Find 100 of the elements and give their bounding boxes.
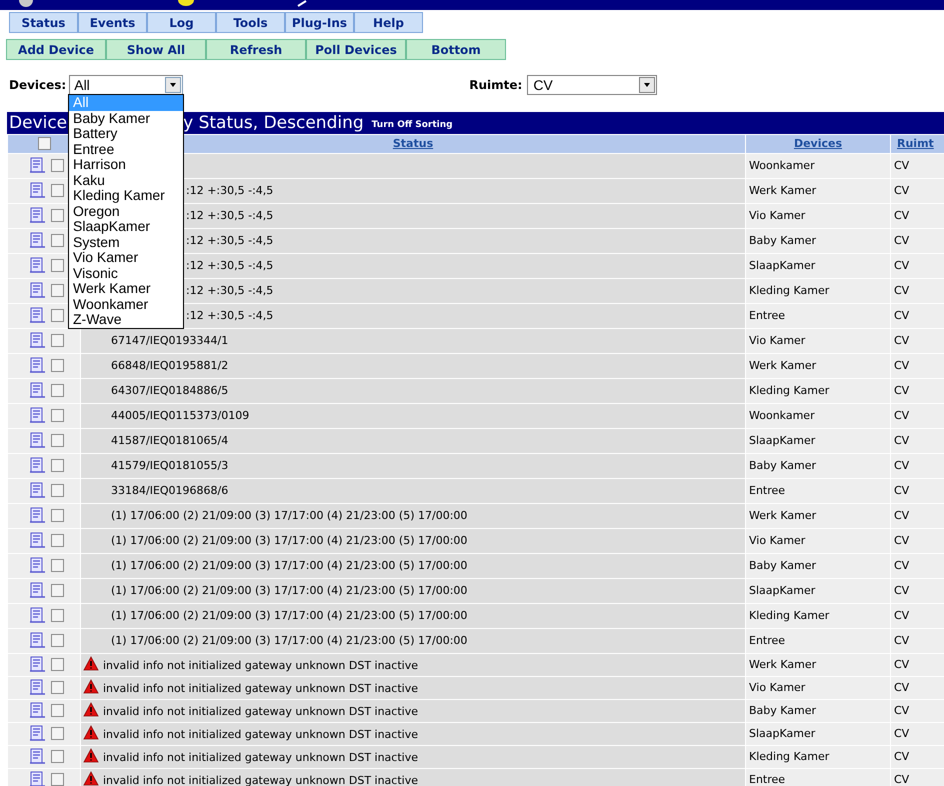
dropdown-option[interactable]: Kaku <box>69 172 183 188</box>
document-icon[interactable] <box>28 357 46 374</box>
menu-button[interactable]: Help <box>354 12 423 33</box>
dropdown-option[interactable]: Woonkamer <box>69 296 183 312</box>
dropdown-option[interactable]: SlaapKamer <box>69 219 183 234</box>
device-name: Vio Kamer <box>749 208 806 222</box>
room-name: CV <box>894 680 910 694</box>
action-button[interactable]: Refresh <box>206 39 306 60</box>
dropdown-option[interactable]: System <box>69 234 183 250</box>
action-button[interactable]: Bottom <box>406 39 506 60</box>
dropdown-option[interactable]: Harrison <box>69 157 183 172</box>
room-name: CV <box>894 158 910 172</box>
menu-button[interactable]: Log <box>147 12 216 33</box>
checkbox[interactable] <box>50 159 64 172</box>
document-icon[interactable] <box>28 457 46 474</box>
room-name: CV <box>894 184 910 197</box>
dropdown-option[interactable]: Visonic <box>69 266 183 281</box>
checkbox[interactable] <box>50 234 64 248</box>
checkbox[interactable] <box>50 559 64 572</box>
dropdown-option[interactable]: Werk Kamer <box>69 281 183 296</box>
document-icon[interactable] <box>28 257 46 274</box>
checkbox[interactable] <box>50 634 64 648</box>
turn-off-sorting-link[interactable]: Turn Off Sorting <box>372 118 453 132</box>
document-icon[interactable] <box>28 607 46 624</box>
checkbox[interactable] <box>50 384 64 398</box>
dropdown-option[interactable]: Baby Kamer <box>69 110 183 126</box>
checkbox[interactable] <box>50 704 64 718</box>
action-button[interactable]: Poll Devices <box>306 39 406 60</box>
document-icon[interactable] <box>28 157 46 174</box>
checkbox[interactable] <box>50 309 64 322</box>
document-icon[interactable] <box>28 332 46 350</box>
checkbox[interactable] <box>50 681 64 694</box>
document-icon[interactable] <box>28 632 46 650</box>
status-text: :12 +:30,5 -:4,5 <box>186 208 274 222</box>
document-icon[interactable] <box>28 582 46 600</box>
dropdown-option[interactable]: Entree <box>69 142 183 157</box>
status-text: 41579/IEQ0181055/3 <box>111 458 228 472</box>
checkbox[interactable] <box>38 137 50 150</box>
device-name: Werk Kamer <box>749 658 816 671</box>
status-text: :12 +:30,5 -:4,5 <box>186 234 274 247</box>
device-name: Werk Kamer <box>749 358 816 372</box>
device-name: Woonkamer <box>749 158 815 172</box>
action-button[interactable]: Add Device <box>6 39 106 60</box>
checkbox[interactable] <box>50 334 64 348</box>
checkbox[interactable] <box>50 584 64 598</box>
document-icon[interactable] <box>28 407 46 424</box>
menu-button[interactable]: Events <box>78 12 147 33</box>
dropdown-option[interactable]: Vio Kamer <box>69 250 183 266</box>
dropdown-option[interactable]: Oregon <box>69 204 183 219</box>
document-icon[interactable] <box>28 482 46 500</box>
document-icon[interactable] <box>28 771 46 786</box>
document-icon[interactable] <box>28 182 46 200</box>
column-header-link[interactable]: Status <box>392 136 434 150</box>
document-icon[interactable] <box>28 382 46 400</box>
document-icon[interactable] <box>28 656 46 674</box>
document-icon[interactable] <box>28 532 46 550</box>
checkbox[interactable] <box>50 534 64 548</box>
checkbox[interactable] <box>50 359 64 372</box>
menu-button[interactable]: Plug-Ins <box>285 12 354 33</box>
checkbox[interactable] <box>50 434 64 448</box>
checkbox[interactable] <box>50 509 64 522</box>
checkbox[interactable] <box>50 773 64 786</box>
checkbox[interactable] <box>50 284 64 298</box>
document-icon[interactable] <box>28 507 46 524</box>
checkbox[interactable] <box>50 209 64 222</box>
ruimte-select[interactable]: CV <box>527 75 658 95</box>
dropdown-option[interactable]: Kleding Kamer <box>69 188 183 204</box>
checkbox[interactable] <box>50 484 64 498</box>
document-icon[interactable] <box>28 307 46 324</box>
document-icon[interactable] <box>28 679 46 696</box>
status-text: 41587/IEQ0181065/4 <box>111 434 228 447</box>
document-icon[interactable] <box>28 232 46 250</box>
checkbox[interactable] <box>50 750 64 764</box>
document-icon[interactable] <box>28 748 46 766</box>
checkbox[interactable] <box>50 727 64 740</box>
document-icon[interactable] <box>28 702 46 720</box>
document-icon[interactable] <box>28 725 46 742</box>
room-name: CV <box>894 534 910 547</box>
checkbox[interactable] <box>50 459 64 472</box>
checkbox[interactable] <box>50 409 64 422</box>
menu-button[interactable]: Status <box>9 12 78 33</box>
room-name: CV <box>894 458 910 472</box>
devices-select[interactable]: All <box>69 75 184 95</box>
warning-icon <box>83 656 99 671</box>
checkbox[interactable] <box>50 609 64 622</box>
checkbox[interactable] <box>50 259 64 272</box>
status-text: invalid info not initialized gateway unknown DST inactive <box>103 774 418 786</box>
menu-button[interactable]: Tools <box>216 12 285 33</box>
checkbox[interactable] <box>50 658 64 672</box>
document-icon[interactable] <box>28 432 46 450</box>
device-name: Entree <box>749 772 786 786</box>
document-icon[interactable] <box>28 282 46 300</box>
dropdown-option[interactable]: Z-Wave <box>69 312 183 328</box>
document-icon[interactable] <box>28 207 46 224</box>
dropdown-option[interactable]: Battery <box>69 126 183 142</box>
document-icon[interactable] <box>28 557 46 574</box>
action-button[interactable]: Show All <box>106 39 206 60</box>
status-text: invalid info not initialized gateway unknown DST inactive <box>103 750 418 764</box>
status-text: invalid info not initialized gateway unknown DST inactive <box>103 728 418 741</box>
checkbox[interactable] <box>50 184 64 198</box>
